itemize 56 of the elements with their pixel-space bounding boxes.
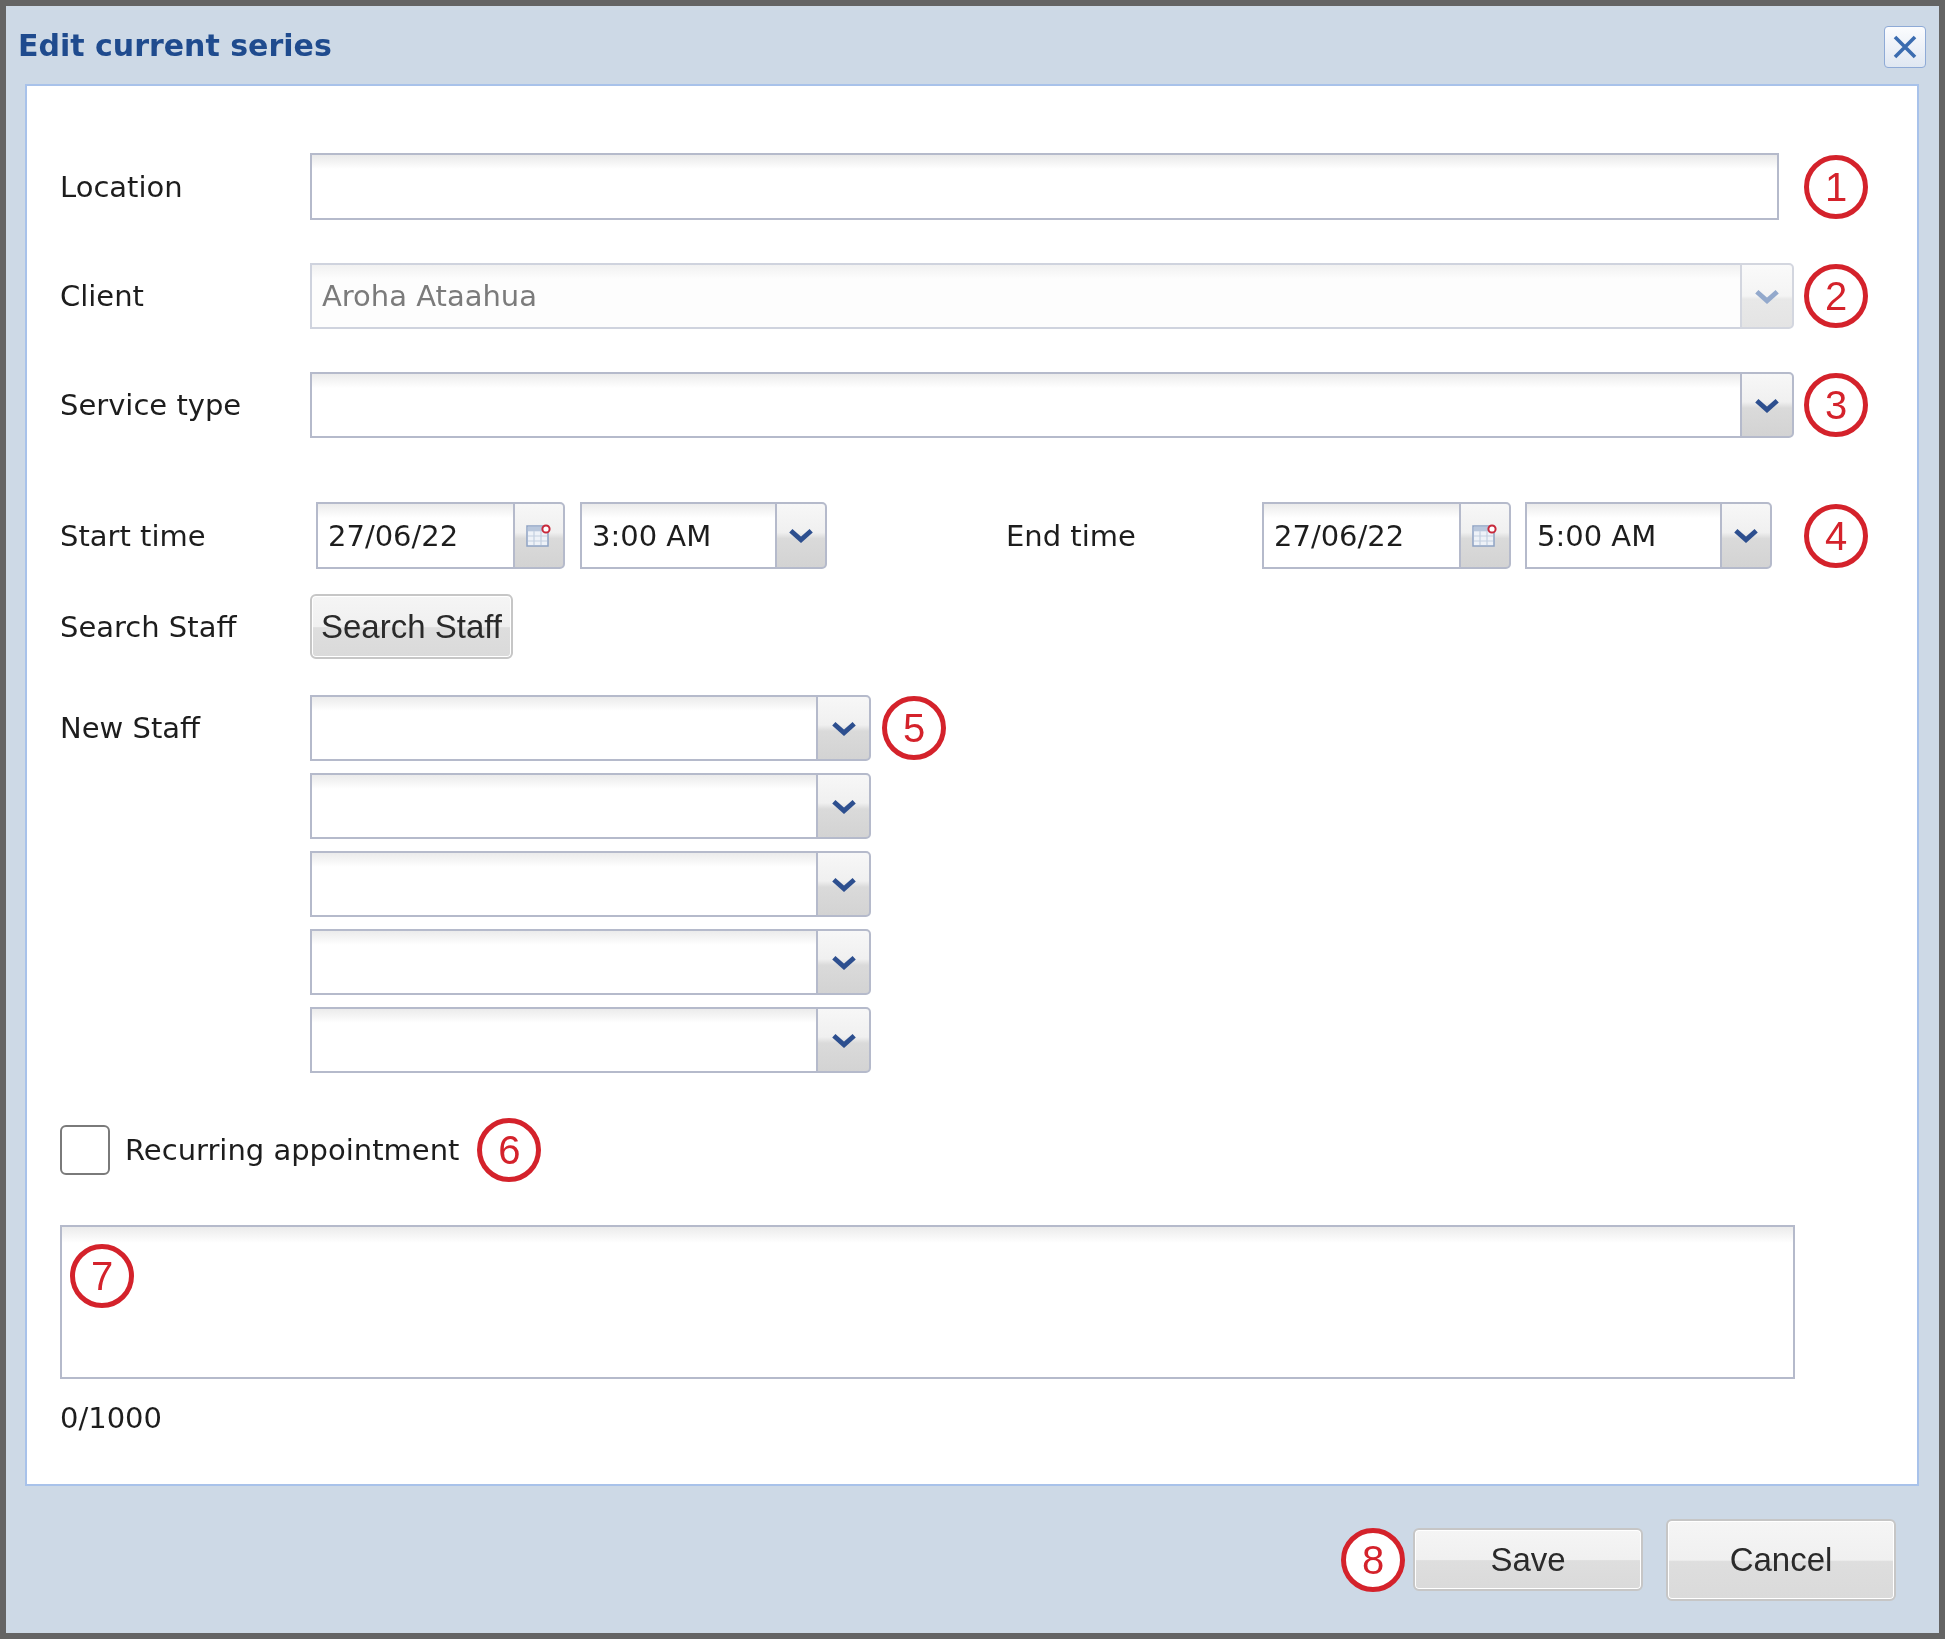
dialog-title: Edit current series bbox=[18, 27, 332, 63]
chevron-down-icon bbox=[1754, 397, 1780, 413]
search-staff-button[interactable]: Search Staff bbox=[310, 594, 513, 659]
dialog-button[interactable]: Save bbox=[1413, 1528, 1643, 1591]
staff-combo-input[interactable] bbox=[310, 1007, 816, 1073]
chevron-down-icon bbox=[788, 528, 814, 543]
notes-textarea[interactable] bbox=[60, 1225, 1795, 1379]
checkbox-label: Recurring appointment bbox=[125, 1132, 460, 1168]
service-type-combo-input[interactable] bbox=[310, 372, 1740, 438]
date-input[interactable]: 27/06/22 bbox=[316, 502, 513, 569]
callout-number: 1 bbox=[1804, 154, 1868, 219]
calendar-icon bbox=[526, 523, 552, 548]
location-input[interactable] bbox=[310, 153, 1779, 220]
time-input[interactable]: 3:00 AM bbox=[580, 502, 775, 569]
chevron-down-icon bbox=[830, 954, 857, 970]
field-label: Location bbox=[60, 168, 184, 205]
field-label: New Staff bbox=[60, 710, 202, 747]
field-label: Service type bbox=[60, 387, 243, 423]
chevron-down-icon bbox=[830, 1032, 857, 1048]
chevron-down-icon bbox=[830, 798, 857, 814]
callout-number: 3 bbox=[1804, 373, 1868, 437]
dropdown-button[interactable] bbox=[1720, 502, 1772, 569]
field-label: Client bbox=[60, 278, 145, 314]
close-button[interactable] bbox=[1884, 26, 1926, 68]
field-label: End time bbox=[1006, 517, 1137, 554]
chevron-down-icon bbox=[1754, 288, 1780, 304]
dropdown-button[interactable] bbox=[816, 773, 871, 839]
dropdown-button[interactable] bbox=[775, 502, 827, 569]
dropdown-button[interactable] bbox=[816, 695, 871, 761]
calendar-icon bbox=[1472, 523, 1498, 548]
dropdown-button[interactable] bbox=[1740, 372, 1794, 438]
field-label: Start time bbox=[60, 517, 207, 554]
time-input[interactable]: 5:00 AM bbox=[1525, 502, 1720, 569]
staff-combo-input[interactable] bbox=[310, 773, 816, 839]
chevron-down-icon bbox=[1733, 528, 1759, 543]
callout-number: 6 bbox=[477, 1118, 542, 1182]
callout-number: 8 bbox=[1341, 1527, 1405, 1592]
staff-combo-input[interactable] bbox=[310, 929, 816, 995]
callout-number: 5 bbox=[882, 696, 946, 760]
staff-combo-input[interactable] bbox=[310, 695, 816, 761]
dropdown-button[interactable] bbox=[816, 1007, 871, 1073]
dialog-button[interactable]: Cancel bbox=[1666, 1518, 1896, 1601]
chevron-down-icon bbox=[830, 876, 857, 892]
dropdown-button[interactable] bbox=[816, 929, 871, 995]
date-input[interactable]: 27/06/22 bbox=[1262, 502, 1459, 569]
character-counter: 0/1000 bbox=[60, 1400, 163, 1436]
dropdown-button[interactable] bbox=[816, 851, 871, 917]
calendar-button[interactable] bbox=[513, 502, 565, 569]
staff-combo-input[interactable] bbox=[310, 851, 816, 917]
checkbox[interactable] bbox=[60, 1125, 110, 1175]
field-label: Search Staff bbox=[60, 608, 238, 645]
calendar-button[interactable] bbox=[1459, 502, 1511, 569]
callout-number: 4 bbox=[1804, 503, 1868, 568]
callout-number: 2 bbox=[1804, 264, 1868, 328]
chevron-down-icon bbox=[830, 720, 857, 736]
close-icon bbox=[1891, 33, 1919, 61]
